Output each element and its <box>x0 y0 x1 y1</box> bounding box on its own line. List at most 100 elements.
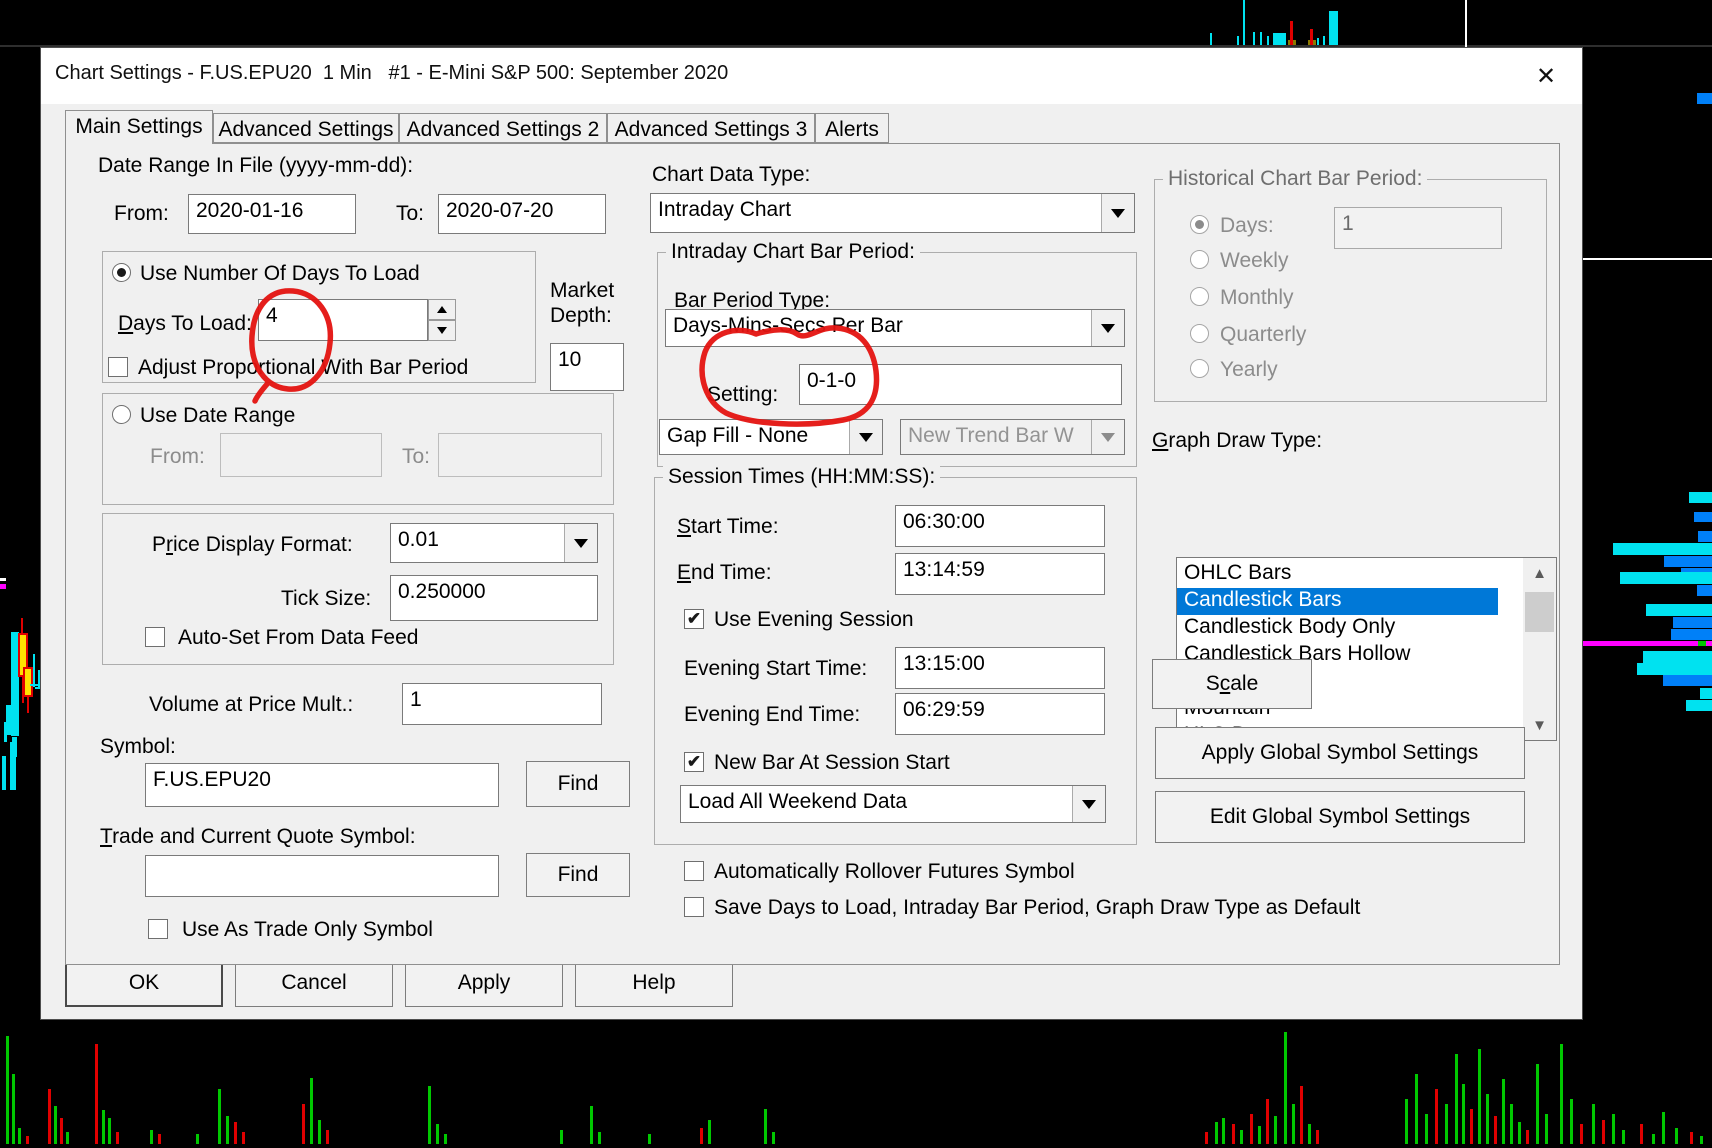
range-from-label: From: <box>150 445 205 468</box>
historical-monthly-radio[interactable] <box>1190 287 1209 306</box>
list-item[interactable]: OHLC Bars <box>1177 561 1498 588</box>
use-evening-session-label: Use Evening Session <box>714 608 914 631</box>
historical-yearly-label: Yearly <box>1220 358 1278 381</box>
chart-data-type-combo[interactable]: Intraday Chart <box>650 193 1135 233</box>
setting-input[interactable]: 0-1-0 <box>799 364 1122 405</box>
chart-data-type-label: Chart Data Type: <box>652 163 811 186</box>
ok-button[interactable]: OK <box>65 959 223 1007</box>
trade-symbol-label: Trade and Current Quote Symbol: <box>100 825 416 848</box>
evening-end-input[interactable]: 06:29:59 <box>895 693 1105 735</box>
trade-only-label: Use As Trade Only Symbol <box>182 918 433 941</box>
list-item-selected[interactable]: Candlestick Bars <box>1177 588 1498 615</box>
end-time-label: End Time: <box>677 561 772 584</box>
new-bar-at-session-start-checkbox[interactable]: ✔ <box>684 752 704 772</box>
days-to-load-label: Days To Load: <box>118 312 252 335</box>
evening-end-label: Evening End Time: <box>684 703 861 726</box>
use-number-of-days-radio[interactable] <box>112 263 131 282</box>
apply-global-symbol-settings-button[interactable]: Apply Global Symbol Settings <box>1155 727 1525 779</box>
autoset-checkbox[interactable] <box>145 627 165 647</box>
find-symbol-button[interactable]: Find <box>526 761 630 807</box>
tick-size-label: Tick Size: <box>281 587 372 610</box>
tab-page: Date Range In File (yyyy-mm-dd): From: 2… <box>65 143 1560 965</box>
historical-days-input[interactable]: 1 <box>1334 207 1502 249</box>
graph-draw-type-label: Graph Draw Type: <box>1152 429 1323 452</box>
list-item[interactable]: Candlestick Body Only <box>1177 615 1498 642</box>
trade-symbol-input[interactable] <box>145 855 499 897</box>
listbox-scrollbar[interactable]: ▲ ▼ <box>1523 558 1556 740</box>
autoset-label: Auto-Set From Data Feed <box>178 626 419 649</box>
days-to-load-input[interactable]: 4 <box>258 299 428 341</box>
edit-global-symbol-settings-button[interactable]: Edit Global Symbol Settings <box>1155 791 1525 843</box>
new-bar-at-session-start-label: New Bar At Session Start <box>714 751 950 774</box>
trade-only-checkbox[interactable] <box>148 919 168 939</box>
chevron-down-icon[interactable] <box>1101 194 1134 232</box>
help-button[interactable]: Help <box>575 959 733 1007</box>
historical-bar-period-group-label: Historical Chart Bar Period: <box>1163 167 1428 191</box>
stepper-up-icon[interactable] <box>428 299 456 320</box>
tab-main-settings[interactable]: Main Settings <box>65 110 213 144</box>
symbol-input[interactable]: F.US.EPU20 <box>145 763 499 807</box>
range-to-input[interactable] <box>438 433 602 477</box>
market-depth-label-line1: Market <box>550 279 615 302</box>
chevron-down-icon[interactable] <box>564 524 597 562</box>
volume-mult-label: Volume at Price Mult.: <box>149 693 354 716</box>
date-range-heading: Date Range In File (yyyy-mm-dd): <box>98 154 414 177</box>
historical-quarterly-radio[interactable] <box>1190 324 1209 343</box>
tick-size-input[interactable]: 0.250000 <box>390 575 598 621</box>
to-label: To: <box>396 202 425 225</box>
tab-advanced-settings[interactable]: Advanced Settings <box>213 113 399 143</box>
chevron-down-icon[interactable] <box>849 420 882 454</box>
chart-settings-dialog: Chart Settings - F.US.EPU20 1 Min #1 - E… <box>40 47 1583 1020</box>
historical-quarterly-label: Quarterly <box>1220 323 1307 346</box>
adjust-proportional-checkbox[interactable] <box>108 357 128 377</box>
price-display-format-label: Price Display Format: <box>152 533 353 556</box>
end-time-input[interactable]: 13:14:59 <box>895 553 1105 595</box>
historical-weekly-label: Weekly <box>1220 249 1289 272</box>
chevron-down-icon[interactable] <box>1091 310 1124 346</box>
rollover-checkbox[interactable] <box>684 861 704 881</box>
gap-fill-combo[interactable]: Gap Fill - None <box>659 419 883 455</box>
tab-advanced-settings-2[interactable]: Advanced Settings 2 <box>399 113 607 143</box>
setting-label: Setting: <box>707 383 779 406</box>
market-depth-input[interactable]: 10 <box>550 343 624 391</box>
date-to-input[interactable]: 2020-07-20 <box>438 194 606 234</box>
scrollbar-thumb[interactable] <box>1525 592 1554 632</box>
scroll-up-icon[interactable]: ▲ <box>1523 558 1556 588</box>
historical-weekly-radio[interactable] <box>1190 250 1209 269</box>
use-date-range-label: Use Date Range <box>140 404 296 427</box>
dialog-title: Chart Settings - F.US.EPU20 1 Min #1 - E… <box>55 62 729 84</box>
use-date-range-radio[interactable] <box>112 405 131 424</box>
price-display-format-combo[interactable]: 0.01 <box>390 523 598 563</box>
find-trade-symbol-button[interactable]: Find <box>526 853 630 897</box>
historical-days-radio[interactable] <box>1190 215 1209 234</box>
from-label: From: <box>114 202 169 225</box>
volume-mult-input[interactable]: 1 <box>402 683 602 725</box>
bar-period-type-combo[interactable]: Days-Mins-Secs Per Bar <box>665 309 1125 347</box>
stepper-down-icon[interactable] <box>428 320 456 341</box>
cancel-button[interactable]: Cancel <box>235 959 393 1007</box>
new-trend-bar-combo[interactable]: New Trend Bar W <box>900 419 1125 455</box>
start-time-label: Start Time: <box>677 515 779 538</box>
apply-button[interactable]: Apply <box>405 959 563 1007</box>
chevron-down-icon[interactable] <box>1072 786 1105 822</box>
start-time-input[interactable]: 06:30:00 <box>895 505 1105 547</box>
scroll-down-icon[interactable]: ▼ <box>1523 710 1556 740</box>
close-icon[interactable]: ✕ <box>1528 58 1564 94</box>
use-evening-session-checkbox[interactable]: ✔ <box>684 609 704 629</box>
weekend-data-combo[interactable]: Load All Weekend Data <box>680 785 1106 823</box>
graph-draw-type-listbox[interactable]: OHLC Bars Candlestick Bars Candlestick B… <box>1176 557 1557 741</box>
scale-button[interactable]: Sc ale <box>1152 659 1312 709</box>
historical-monthly-label: Monthly <box>1220 286 1294 309</box>
symbol-label: Symbol: <box>100 735 176 758</box>
historical-yearly-radio[interactable] <box>1190 359 1209 378</box>
tab-advanced-settings-3[interactable]: Advanced Settings 3 <box>607 113 815 143</box>
rollover-label: Automatically Rollover Futures Symbol <box>714 860 1075 883</box>
tab-alerts[interactable]: Alerts <box>815 113 889 143</box>
save-default-checkbox[interactable] <box>684 897 704 917</box>
screen: Chart Settings - F.US.EPU20 1 Min #1 - E… <box>0 0 1712 1148</box>
days-to-load-stepper[interactable] <box>428 299 456 341</box>
range-from-input[interactable] <box>220 433 382 477</box>
use-number-of-days-label: Use Number Of Days To Load <box>140 262 420 285</box>
date-from-input[interactable]: 2020-01-16 <box>188 194 356 234</box>
evening-start-input[interactable]: 13:15:00 <box>895 647 1105 689</box>
